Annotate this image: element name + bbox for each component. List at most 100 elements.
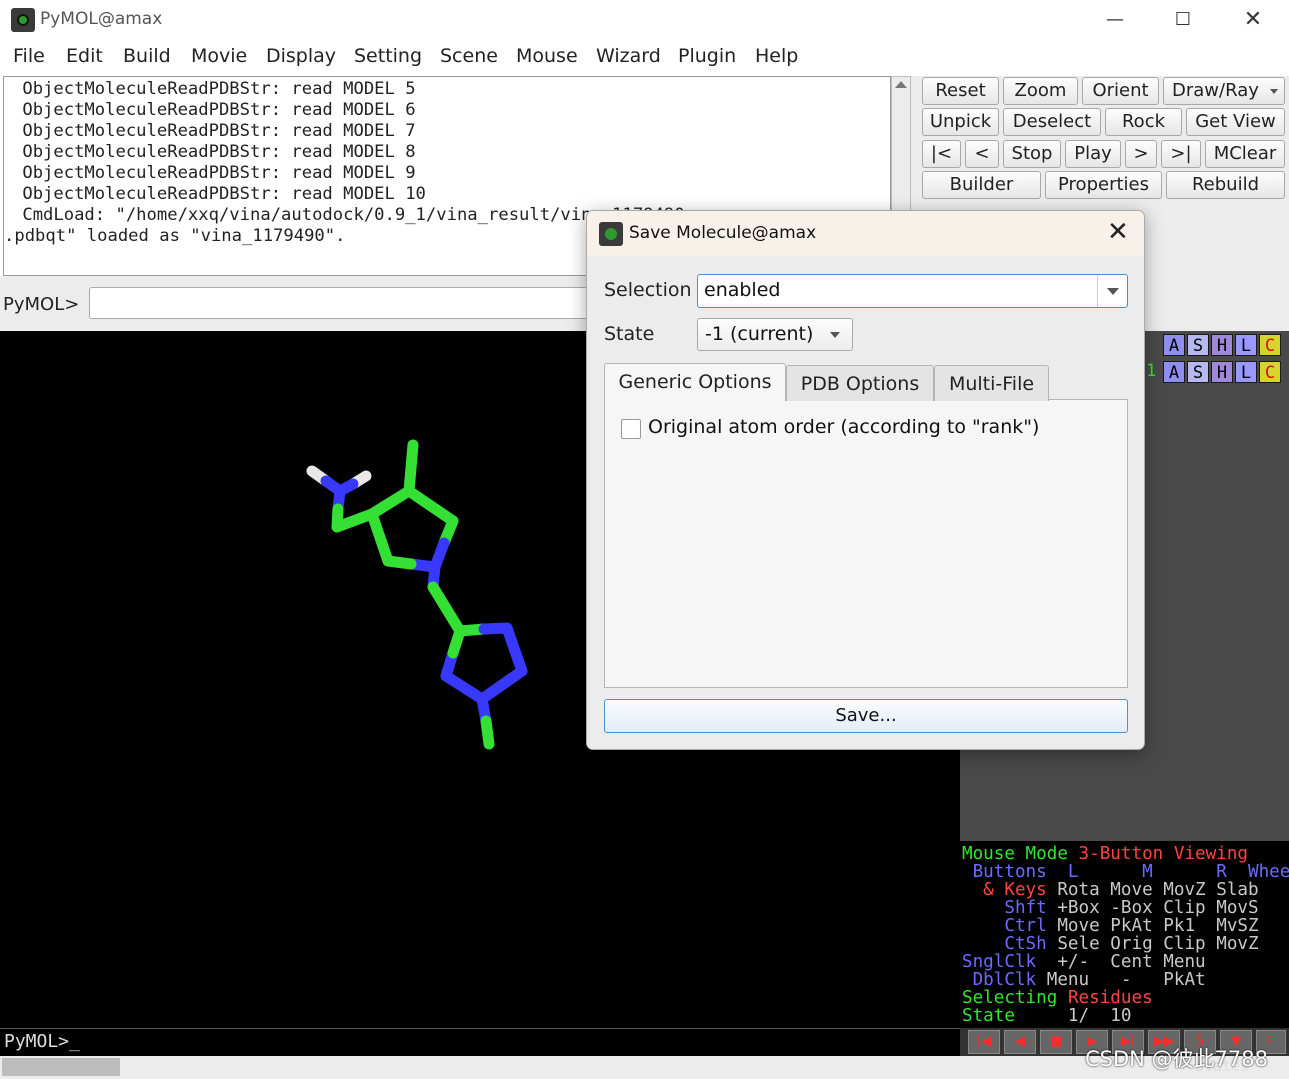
bond-methyl2-b bbox=[480, 715, 495, 750]
ctrl-actions: Move PkAt Pk1 MvSZ bbox=[1046, 916, 1259, 936]
double-click-label: DblClk bbox=[962, 970, 1037, 990]
window-title: PyMOL@amax bbox=[40, 9, 163, 29]
state-label: State bbox=[962, 1006, 1015, 1026]
scrollbar-thumb[interactable] bbox=[2, 1058, 120, 1076]
menu-build[interactable]: Build bbox=[123, 45, 171, 67]
single-click-actions: +/- Cent Menu bbox=[1036, 952, 1206, 972]
save-molecule-dialog: Save Molecule@amax ✕ Selection enabled S… bbox=[586, 210, 1145, 750]
chevron-down-icon[interactable] bbox=[1097, 275, 1127, 307]
first-frame-button[interactable]: |< bbox=[922, 140, 961, 168]
command-input[interactable] bbox=[89, 287, 609, 319]
movie-stop-button[interactable]: ■ bbox=[1040, 1030, 1072, 1054]
hide-button[interactable]: H bbox=[1211, 334, 1233, 356]
pymol-logo-icon bbox=[11, 8, 35, 32]
log-line: ObjectMoleculeReadPDBStr: read MODEL 6 bbox=[12, 100, 416, 120]
deselect-button[interactable]: Deselect bbox=[1003, 108, 1101, 136]
close-window-button[interactable]: ✕ bbox=[1228, 4, 1278, 36]
menu-setting[interactable]: Setting bbox=[354, 45, 422, 67]
tab-multi-file[interactable]: Multi-File bbox=[934, 365, 1049, 401]
show-button[interactable]: S bbox=[1187, 334, 1209, 356]
log-line: CmdLoad: "/home/xxq/vina/autodock/0.9_1/… bbox=[12, 205, 685, 225]
ctrl-shift-actions: Sele Orig Clip MovZ bbox=[1046, 934, 1259, 954]
log-text: ObjectMoleculeReadPDBStr: read MODEL 5 O… bbox=[4, 79, 685, 247]
selecting-mode[interactable]: Residues bbox=[1068, 988, 1153, 1008]
mouse-mode-label: Mouse Mode bbox=[962, 844, 1079, 864]
next-frame-button[interactable]: > bbox=[1125, 140, 1157, 168]
builder-button[interactable]: Builder bbox=[922, 171, 1041, 199]
menu-edit[interactable]: Edit bbox=[66, 45, 103, 67]
label-button[interactable]: L bbox=[1235, 334, 1257, 356]
watermark: CSDN @彼此7788 bbox=[1085, 1047, 1268, 1071]
menu-file[interactable]: File bbox=[13, 45, 45, 67]
reset-button[interactable]: Reset bbox=[922, 77, 999, 105]
buttons-header: Buttons L M R Wheel bbox=[962, 862, 1289, 882]
menu-bar: File Edit Build Movie Display Setting Sc… bbox=[0, 40, 1289, 74]
movie-prev-button[interactable]: ◀ bbox=[1004, 1030, 1036, 1054]
shift-label: Shft bbox=[962, 898, 1047, 918]
last-frame-button[interactable]: >| bbox=[1161, 140, 1201, 168]
hide-button[interactable]: H bbox=[1211, 361, 1233, 383]
state-value: -1 (current) bbox=[705, 323, 814, 345]
color-button[interactable]: C bbox=[1259, 334, 1281, 356]
menu-scene[interactable]: Scene bbox=[440, 45, 498, 67]
menu-plugin[interactable]: Plugin bbox=[678, 45, 736, 67]
play-button[interactable]: Play bbox=[1065, 140, 1121, 168]
dialog-body: Selection enabled State -1 (current) Ori… bbox=[587, 256, 1144, 749]
original-atom-order-checkbox[interactable] bbox=[621, 419, 641, 439]
show-button[interactable]: S bbox=[1187, 361, 1209, 383]
dialog-title: Save Molecule@amax bbox=[629, 223, 817, 243]
dialog-close-button[interactable]: ✕ bbox=[1107, 217, 1129, 247]
dialog-title-bar: Save Molecule@amax ✕ bbox=[587, 211, 1144, 256]
menu-display[interactable]: Display bbox=[266, 45, 336, 67]
save-button[interactable]: Save... bbox=[604, 699, 1128, 733]
menu-wizard[interactable]: Wizard bbox=[596, 45, 661, 67]
menu-help[interactable]: Help bbox=[755, 45, 798, 67]
bond-ar-2 bbox=[501, 622, 528, 677]
selection-value[interactable]: enabled bbox=[704, 279, 780, 301]
orient-button[interactable]: Orient bbox=[1082, 77, 1159, 105]
mouse-mode-value[interactable]: 3-Button Viewing bbox=[1079, 844, 1248, 864]
action-button[interactable]: A bbox=[1163, 361, 1185, 383]
generic-options-pane: Original atom order (according to "rank"… bbox=[604, 399, 1128, 688]
zoom-button[interactable]: Zoom bbox=[1003, 77, 1078, 105]
draw-ray-button[interactable]: Draw/Ray bbox=[1163, 77, 1285, 105]
scroll-up-icon[interactable] bbox=[895, 81, 907, 88]
chevron-down-icon bbox=[1270, 89, 1278, 94]
single-click-label: SnglClk bbox=[962, 952, 1037, 972]
stop-button[interactable]: Stop bbox=[1003, 140, 1061, 168]
tab-pdb-options[interactable]: PDB Options bbox=[786, 365, 934, 401]
selection-combobox[interactable]: enabled bbox=[697, 274, 1128, 308]
unpick-button[interactable]: Unpick bbox=[922, 108, 999, 136]
state-combobox[interactable]: -1 (current) bbox=[697, 318, 853, 351]
bond-ring-3 bbox=[403, 485, 459, 527]
get-view-button[interactable]: Get View bbox=[1186, 108, 1285, 136]
original-atom-order-label[interactable]: Original atom order (according to "rank"… bbox=[648, 416, 1039, 438]
minimize-button[interactable]: — bbox=[1090, 4, 1140, 36]
ctrl-label: Ctrl bbox=[962, 916, 1047, 936]
ctrl-shift-label: CtSh bbox=[962, 934, 1047, 954]
selecting-label: Selecting bbox=[962, 988, 1068, 1008]
pymol-logo-icon bbox=[599, 222, 623, 246]
bond-ar-3 bbox=[476, 665, 528, 705]
properties-button[interactable]: Properties bbox=[1045, 171, 1162, 199]
movie-first-button[interactable]: |◀ bbox=[968, 1030, 1000, 1054]
bond-ring-6 bbox=[366, 508, 394, 567]
action-button[interactable]: A bbox=[1163, 334, 1185, 356]
bond-linker-b bbox=[427, 581, 466, 637]
tab-generic-options[interactable]: Generic Options bbox=[604, 363, 786, 401]
mclear-button[interactable]: MClear bbox=[1205, 140, 1285, 168]
command-prompt-label: PyMOL> bbox=[3, 294, 80, 315]
color-button[interactable]: C bbox=[1259, 361, 1281, 383]
menu-movie[interactable]: Movie bbox=[191, 45, 247, 67]
state-counter: 1/ 10 bbox=[1014, 1006, 1132, 1026]
label-button[interactable]: L bbox=[1235, 361, 1257, 383]
previous-frame-button[interactable]: < bbox=[965, 140, 999, 168]
rebuild-button[interactable]: Rebuild bbox=[1166, 171, 1285, 199]
rock-button[interactable]: Rock bbox=[1105, 108, 1182, 136]
selection-label: Selection bbox=[604, 279, 692, 301]
viewer-command-line[interactable]: PyMOL>_ bbox=[0, 1028, 960, 1056]
keys-actions: Rota Move MovZ Slab bbox=[1046, 880, 1259, 900]
log-line: ObjectMoleculeReadPDBStr: read MODEL 9 bbox=[12, 163, 416, 183]
menu-mouse[interactable]: Mouse bbox=[516, 45, 578, 67]
maximize-button[interactable]: ☐ bbox=[1158, 4, 1208, 36]
